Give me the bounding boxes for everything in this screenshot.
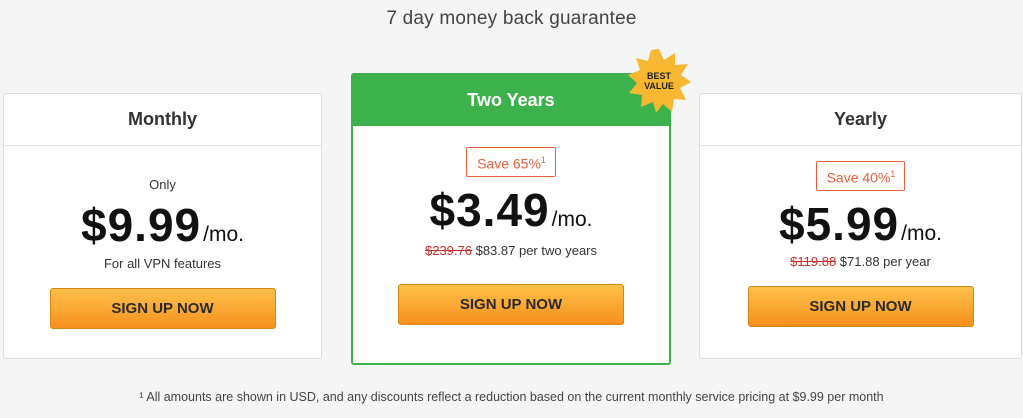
sign-up-button-yearly[interactable]: SIGN UP NOW	[747, 285, 974, 327]
plan-title-monthly: Monthly	[4, 94, 321, 146]
plan-title-yearly: Yearly	[700, 94, 1021, 146]
footnote-marker: 1	[540, 155, 546, 165]
plan-card-two-years: Two Years Save 65%1 $3.49 /mo. $239.76 $…	[351, 73, 671, 365]
new-total-two-years: $83.87 per two years	[471, 242, 598, 258]
plan-card-monthly: Monthly Only $9.99 /mo. For all VPN feat…	[3, 93, 322, 359]
old-price-yearly: $119.88	[790, 253, 837, 269]
badge-line-value: VALUE	[644, 81, 674, 91]
save-label: Save 65%	[477, 155, 541, 172]
save-badge-yearly: Save 40%1	[815, 161, 906, 191]
badge-line-best: BEST	[646, 71, 671, 81]
plan-card-yearly: Yearly Save 40%1 $5.99 /mo. $119.88 $71.…	[699, 93, 1022, 359]
price-row-monthly: $9.99 /mo.	[4, 198, 321, 252]
total-note-yearly: $119.88 $71.88 per year	[700, 254, 1021, 269]
features-note: For all VPN features	[103, 256, 222, 271]
new-total-yearly: $71.88 per year	[836, 253, 931, 269]
total-note-two-years: $239.76 $83.87 per two years	[353, 243, 669, 258]
price-yearly: $5.99	[779, 197, 900, 250]
price-row-two-years: $3.49 /mo.	[353, 183, 669, 237]
footnote-marker: 1	[890, 169, 896, 179]
per-month-label: /mo.	[901, 221, 942, 245]
pricing-footnote: ¹ All amounts are shown in USD, and any …	[139, 390, 884, 404]
sign-up-button-two-years[interactable]: SIGN UP NOW	[398, 283, 624, 325]
price-two-years: $3.49	[429, 183, 550, 236]
plan-title-two-years: Two Years	[353, 75, 669, 126]
sign-up-button-monthly[interactable]: SIGN UP NOW	[49, 288, 276, 329]
save-badge-two-years: Save 65%1	[466, 147, 556, 177]
only-label: Only	[149, 177, 176, 192]
price-monthly: $9.99	[81, 199, 202, 251]
best-value-badge: BEST VALUE	[626, 48, 692, 114]
guarantee-headline: 7 day money back guarantee	[386, 8, 637, 29]
old-price-two-years: $239.76	[424, 242, 472, 258]
save-label: Save 40%	[826, 169, 891, 186]
price-row-yearly: $5.99 /mo.	[700, 197, 1021, 251]
per-month-label: /mo.	[203, 223, 244, 246]
per-month-label: /mo.	[551, 207, 593, 231]
